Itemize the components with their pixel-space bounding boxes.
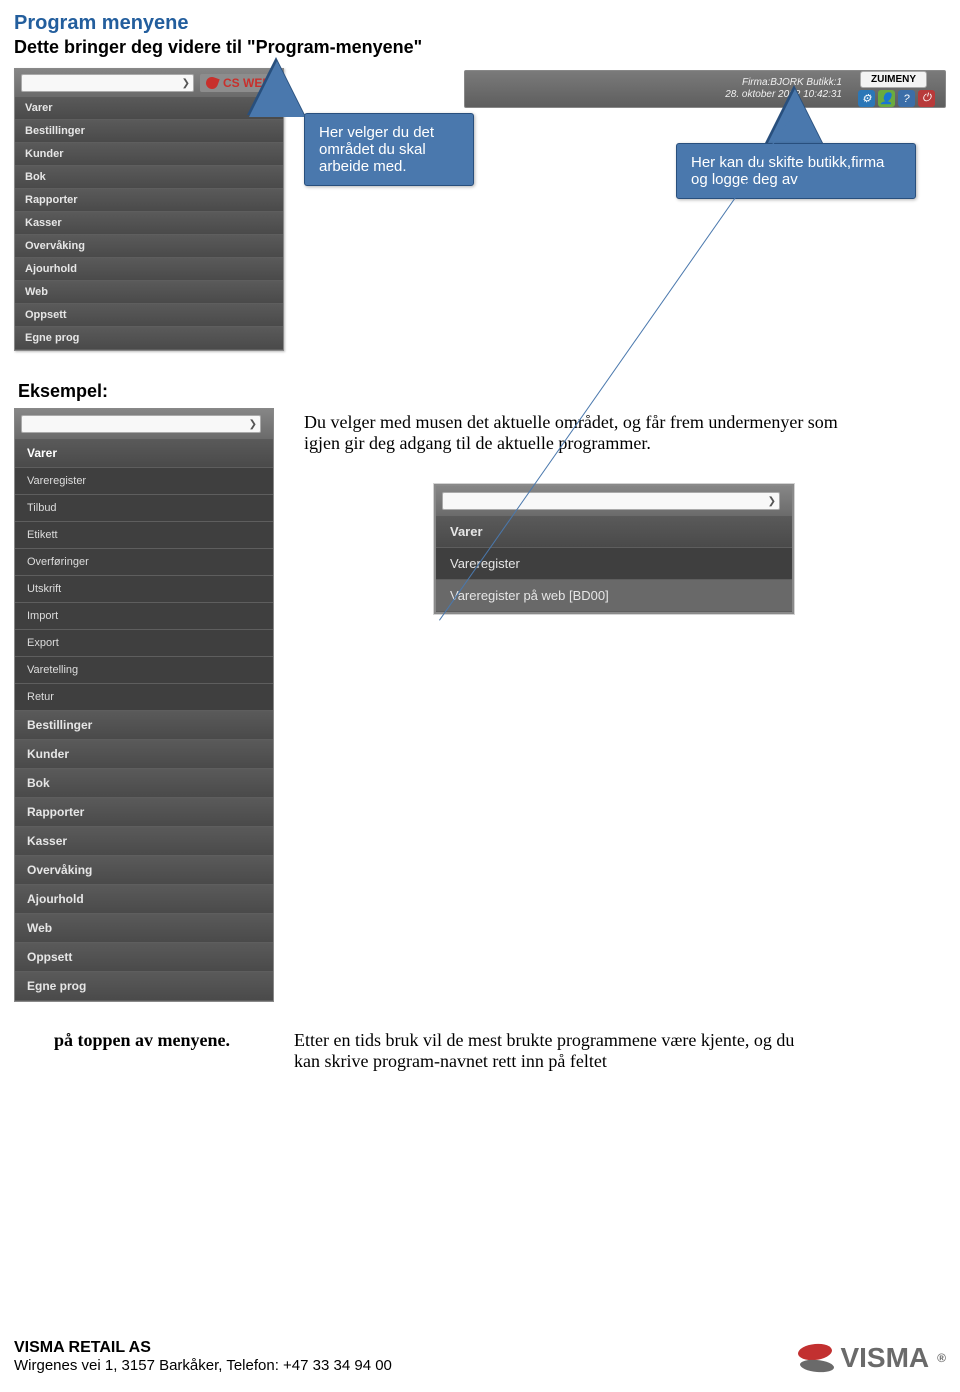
menu-item[interactable]: Kunder	[15, 143, 283, 166]
mini-sub-vareregister[interactable]: Vareregister	[436, 548, 792, 580]
callout-left: Her velger du det området du skal arbeid…	[304, 113, 474, 186]
callout-right: Her kan du skifte butikk,firma og logge …	[676, 143, 916, 199]
menu-item[interactable]: Rapporter	[15, 798, 273, 827]
menu-item[interactable]: Rapporter	[15, 189, 283, 212]
chevron-right-icon: ❯	[768, 496, 776, 507]
page-subtitle: Dette bringer deg videre til "Program-me…	[14, 37, 946, 58]
page-footer: VISMA RETAIL AS Wirgenes vei 1, 3157 Bar…	[14, 1339, 946, 1374]
menu-item[interactable]: Web	[15, 914, 273, 943]
header-bar: Firma:BJORK Butikk:1 28. oktober 2012 10…	[464, 70, 946, 108]
footer-company: VISMA RETAIL AS	[14, 1339, 392, 1357]
power-icon[interactable]: ⏻	[918, 90, 935, 107]
menu-item[interactable]: Ajourhold	[15, 258, 283, 281]
footer-address: Wirgenes vei 1, 3157 Barkåker, Telefon: …	[14, 1357, 392, 1374]
zuimeny-button[interactable]: ZUIMENY	[860, 71, 927, 88]
question-icon[interactable]: ?	[898, 90, 915, 107]
menu-section-varer[interactable]: Varer	[15, 439, 273, 468]
brand-swoosh-icon	[204, 75, 219, 90]
menu-item[interactable]: Kasser	[15, 212, 283, 235]
submenu-item[interactable]: Utskrift	[15, 576, 273, 603]
search-input[interactable]: ❯	[21, 74, 194, 92]
menu-item[interactable]: Oppsett	[15, 304, 283, 327]
menu-item[interactable]: Bestillinger	[15, 711, 273, 740]
app-panel-expanded: ❯ Varer Vareregister Tilbud Etikett Over…	[14, 408, 274, 1002]
menu-item[interactable]: Bok	[15, 769, 273, 798]
mini-section-varer[interactable]: Varer	[436, 516, 792, 548]
submenu-item[interactable]: Import	[15, 603, 273, 630]
menu-item[interactable]: Overvåking	[15, 235, 283, 258]
visma-swoosh-icon	[798, 1344, 832, 1372]
menu-item[interactable]: Bestillinger	[15, 120, 283, 143]
after-usage-text: Etter en tids bruk vil de mest brukte pr…	[294, 1030, 824, 1072]
chevron-right-icon: ❯	[182, 78, 190, 89]
explain-text: Du velger med musen det aktuelle området…	[304, 412, 864, 454]
mini-sub-vareregister-web[interactable]: Vareregister på web [BD00]	[436, 580, 792, 612]
submenu-item[interactable]: Varetelling	[15, 657, 273, 684]
page-title: Program menyene	[14, 12, 946, 35]
menu-item[interactable]: Egne prog	[15, 972, 273, 1001]
submenu-item[interactable]: Export	[15, 630, 273, 657]
eksempel-label: Eksempel:	[18, 381, 946, 402]
menu-item[interactable]: Egne prog	[15, 327, 283, 350]
menu-item[interactable]: Varer	[15, 97, 283, 120]
menu-main: Varer Bestillinger Kunder Bok Rapporter …	[15, 97, 283, 350]
topline-text: på toppen av menyene.	[54, 1030, 274, 1051]
search-input[interactable]: ❯	[21, 415, 261, 433]
menu-item[interactable]: Web	[15, 281, 283, 304]
chevron-right-icon: ❯	[249, 419, 257, 430]
submenu-item[interactable]: Tilbud	[15, 495, 273, 522]
submenu-item[interactable]: Retur	[15, 684, 273, 711]
menu-item[interactable]: Bok	[15, 166, 283, 189]
menu-item[interactable]: Overvåking	[15, 856, 273, 885]
search-input[interactable]: ❯	[442, 492, 780, 510]
visma-logo: VISMA®	[798, 1342, 946, 1374]
menu-item[interactable]: Kunder	[15, 740, 273, 769]
gear-icon[interactable]: ⚙	[858, 90, 875, 107]
menu-item[interactable]: Kasser	[15, 827, 273, 856]
menu-item[interactable]: Ajourhold	[15, 885, 273, 914]
submenu-item[interactable]: Etikett	[15, 522, 273, 549]
user-icon[interactable]: 👤	[878, 90, 895, 107]
submenu-item[interactable]: Vareregister	[15, 468, 273, 495]
submenu-item[interactable]: Overføringer	[15, 549, 273, 576]
menu-item[interactable]: Oppsett	[15, 943, 273, 972]
app-panel-left: ❯ CS WEB Varer Bestillinger Kunder Bok R…	[14, 68, 284, 351]
